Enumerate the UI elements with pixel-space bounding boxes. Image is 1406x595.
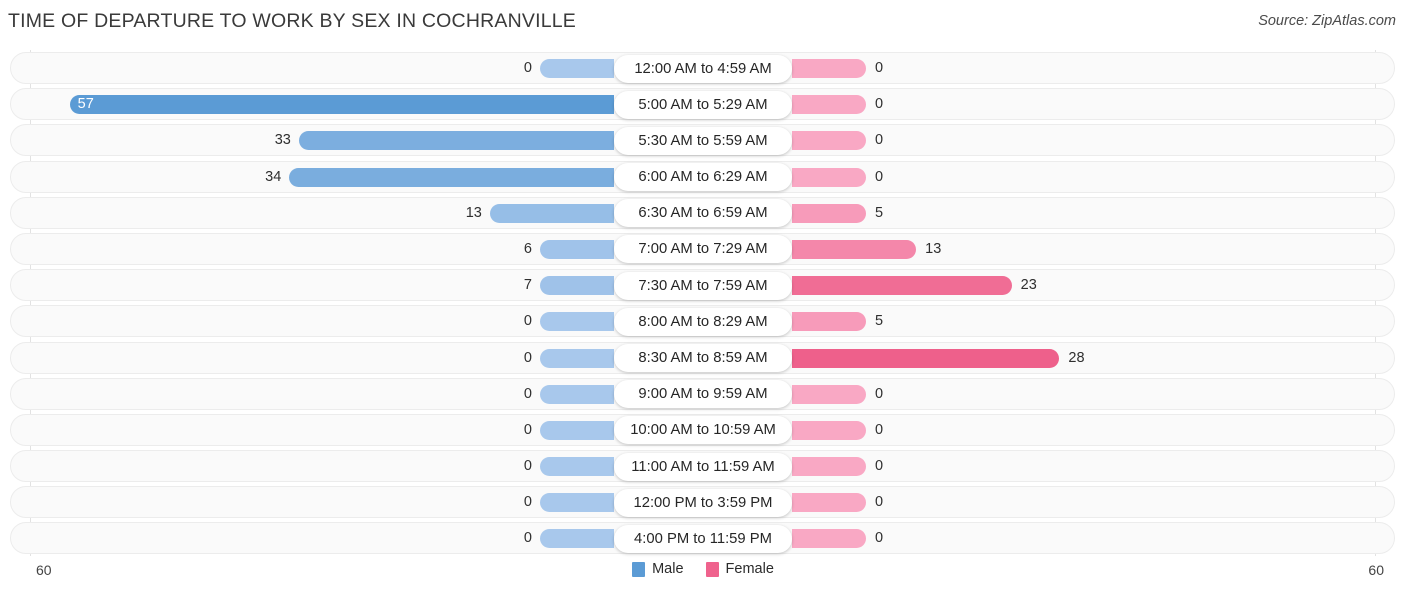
bar-male[interactable]: [489, 203, 614, 223]
legend-item[interactable]: Male: [632, 561, 684, 577]
bar-value-female: 0: [875, 60, 884, 76]
bar-female[interactable]: [792, 203, 866, 223]
legend-swatch-icon: [632, 561, 646, 577]
bar-value-female: 0: [875, 132, 884, 149]
bar-value-female: 0: [875, 458, 884, 475]
bar-female[interactable]: [792, 239, 917, 259]
bar-row: 0 0 9:00 AM to 9:59 AM: [0, 376, 1406, 412]
bar-row: 0 0 10:00 AM to 10:59 AM: [0, 412, 1406, 448]
bar-female[interactable]: [792, 420, 866, 440]
bar-row: 0 0 12:00 PM to 3:59 PM: [0, 484, 1406, 520]
chart-header: TIME OF DEPARTURE TO WORK BY SEX IN COCH…: [0, 0, 1406, 44]
bar-value-female: 13: [925, 240, 942, 257]
bar-female[interactable]: [792, 276, 1012, 296]
bar-value-male: 34: [265, 168, 282, 185]
bar-value-female: 0: [875, 530, 884, 547]
bar-female[interactable]: [792, 167, 866, 187]
bar-value-male: 6: [523, 240, 532, 257]
category-label-pill[interactable]: 5:00 AM to 5:29 AM: [614, 90, 792, 119]
bar-row: 33 0 5:30 AM to 5:59 AM: [0, 122, 1406, 158]
bar-row: 0 0 4:00 PM to 11:59 PM: [0, 520, 1406, 556]
chart-root: TIME OF DEPARTURE TO WORK BY SEX IN COCH…: [0, 0, 1406, 595]
bar-value-female: 23: [1020, 277, 1037, 294]
category-label-pill[interactable]: 7:30 AM to 7:59 AM: [614, 271, 792, 300]
bar-male[interactable]: [540, 348, 614, 368]
legend-label: Female: [725, 561, 774, 577]
plot-area: 0 0 12:00 AM to 4:59 AM 57 0 5:00 AM to 5:29 …: [0, 50, 1406, 556]
bar-male[interactable]: [540, 384, 614, 404]
bar-female[interactable]: [792, 529, 866, 549]
bar-row: 13 5 6:30 AM to 6:59 AM: [0, 195, 1406, 231]
bar-value-male: 0: [523, 421, 532, 438]
bar-female[interactable]: [792, 493, 866, 513]
bar-male[interactable]: [540, 239, 614, 259]
bar-value-female: 0: [875, 494, 884, 511]
bar-row: 0 28 8:30 AM to 8:59 AM: [0, 340, 1406, 376]
chart-footer: 60 60 Male Female: [0, 556, 1406, 595]
bar-value-male: 0: [523, 60, 532, 76]
bar-value-male: 0: [523, 349, 532, 366]
bar-male[interactable]: [540, 312, 614, 332]
bar-row: 0 5 8:00 AM to 8:29 AM: [0, 303, 1406, 339]
bar-value-female: 28: [1068, 349, 1085, 366]
page-title: TIME OF DEPARTURE TO WORK BY SEX IN COCH…: [8, 10, 576, 32]
category-label-pill[interactable]: 8:30 AM to 8:59 AM: [614, 344, 792, 372]
bar-male[interactable]: [540, 59, 614, 78]
bar-value-female: 5: [875, 313, 884, 330]
bar-value-female: 0: [875, 96, 884, 113]
category-label-pill[interactable]: 12:00 AM to 4:59 AM: [614, 54, 792, 83]
bar-value-male: 0: [523, 385, 532, 402]
bar-value-male: 7: [523, 277, 532, 294]
bar-value-male: 0: [523, 313, 532, 330]
bar-female[interactable]: [792, 312, 866, 332]
legend-item[interactable]: Female: [705, 561, 774, 577]
category-label-pill[interactable]: 6:00 AM to 6:29 AM: [614, 163, 792, 192]
bar-value-male: 0: [523, 494, 532, 511]
category-label-pill[interactable]: 11:00 AM to 11:59 AM: [614, 452, 792, 481]
category-label-pill[interactable]: 6:30 AM to 6:59 AM: [614, 199, 792, 228]
category-label-pill[interactable]: 8:00 AM to 8:29 AM: [614, 307, 792, 336]
bar-female[interactable]: [792, 95, 866, 115]
bar-value-female: 5: [875, 204, 884, 221]
bar-male[interactable]: [540, 457, 614, 477]
source-attribution: Source: ZipAtlas.com: [1258, 13, 1396, 29]
category-label-pill[interactable]: 10:00 AM to 10:59 AM: [614, 416, 792, 445]
bar-row: 0 0 12:00 AM to 4:59 AM: [0, 50, 1406, 86]
legend-label: Male: [652, 561, 684, 577]
bar-female[interactable]: [792, 457, 866, 477]
bar-value-male: 0: [523, 530, 532, 547]
category-label-pill[interactable]: 12:00 PM to 3:59 PM: [614, 488, 792, 517]
bar-rows-container: 0 0 12:00 AM to 4:59 AM 57 0 5:00 AM to 5:29 …: [0, 50, 1406, 557]
bar-value-male: 0: [523, 458, 532, 475]
bar-male[interactable]: [540, 529, 614, 549]
legend-swatch-icon: [705, 561, 719, 577]
bar-row: 6 13 7:00 AM to 7:29 AM: [0, 231, 1406, 267]
category-label-pill[interactable]: 7:00 AM to 7:29 AM: [614, 235, 792, 264]
bar-value-male: 33: [274, 132, 291, 149]
bar-row: 34 0 6:00 AM to 6:29 AM: [0, 159, 1406, 195]
bar-value-male: 13: [465, 204, 482, 221]
category-label-pill[interactable]: 9:00 AM to 9:59 AM: [614, 380, 792, 409]
bar-male[interactable]: [540, 276, 614, 296]
bar-female[interactable]: [792, 131, 866, 151]
bar-female[interactable]: [792, 384, 866, 404]
bar-female[interactable]: [792, 59, 866, 78]
category-label-pill[interactable]: 5:30 AM to 5:59 AM: [614, 126, 792, 155]
bar-row: 57 0 5:00 AM to 5:29 AM: [0, 86, 1406, 122]
bar-value-male: 57: [77, 96, 94, 113]
bar-value-female: 0: [875, 168, 884, 185]
bar-row: 7 23 7:30 AM to 7:59 AM: [0, 267, 1406, 303]
category-label-pill[interactable]: 4:00 PM to 11:59 PM: [614, 524, 792, 553]
bar-male[interactable]: [69, 95, 614, 115]
bar-male[interactable]: [540, 493, 614, 513]
bar-male[interactable]: [540, 420, 614, 440]
bar-female[interactable]: [792, 348, 1060, 368]
bar-value-female: 0: [875, 421, 884, 438]
chart-legend: Male Female: [0, 561, 1406, 577]
bar-row: 0 0 11:00 AM to 11:59 AM: [0, 448, 1406, 484]
bar-male[interactable]: [289, 167, 614, 187]
bar-male[interactable]: [298, 131, 614, 151]
bar-value-female: 0: [875, 385, 884, 402]
